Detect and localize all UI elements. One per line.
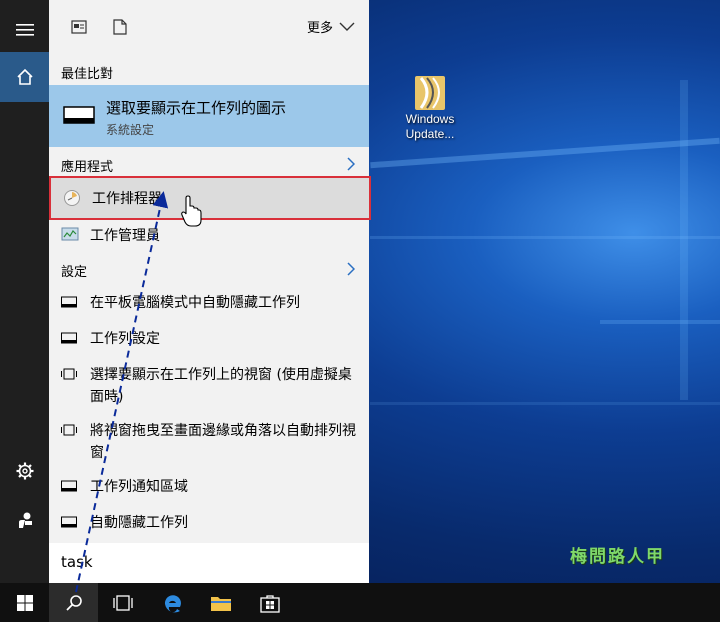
folder-icon (210, 596, 231, 611)
search-icon (65, 594, 82, 611)
taskbar-icon (61, 296, 77, 312)
best-match-title: 選取要顯示在工作列的圖示 (106, 99, 287, 117)
windows-logo-icon (16, 594, 33, 611)
taskbar-icon (61, 516, 77, 532)
watermark: 梅問路人甲 (570, 547, 665, 567)
setting-label: 在平板電腦模式中自動隱藏工作列 (90, 295, 300, 311)
setting-label: 工作列設定 (90, 331, 160, 347)
search-button[interactable] (49, 583, 98, 622)
document-view-icon[interactable] (71, 19, 87, 39)
task-view-icon (112, 594, 133, 611)
edge-browser-button[interactable] (147, 583, 196, 622)
search-input-box[interactable]: task (49, 543, 369, 583)
best-match-header: 最佳比對 (61, 67, 114, 82)
setting-label: 工作列通知區域 (90, 479, 188, 495)
taskbar (0, 583, 720, 622)
setting-label: 將視窗拖曳至畫面邊緣或角落以自動排列視窗 (90, 423, 356, 461)
store-button[interactable] (245, 583, 294, 622)
task-manager-icon (61, 227, 79, 247)
settings-header: 設定 (61, 265, 88, 280)
gear-icon (16, 462, 33, 480)
folder-icon (413, 72, 447, 112)
feedback-person-icon (18, 512, 32, 528)
panel-toolbar: 更多 (49, 0, 369, 55)
setting-label: 自動隱藏工作列 (90, 515, 188, 531)
desktop-icon-label-line1: Windows (405, 112, 455, 126)
hamburger-icon (15, 24, 34, 36)
start-button[interactable] (0, 583, 49, 622)
desktop-icon-label-line2: Update... (405, 127, 455, 141)
task-view-button[interactable] (98, 583, 147, 622)
taskbar-icon (61, 480, 77, 496)
search-query-text: task (61, 553, 93, 571)
settings-expand-chevron-icon[interactable] (347, 261, 356, 280)
best-match-item[interactable]: 選取要顯示在工作列的圖示 系統設定 (49, 85, 369, 147)
app-label: 工作排程器 (92, 191, 162, 207)
task-scheduler-icon (63, 189, 81, 211)
setting-result-taskbar-settings[interactable]: 工作列設定 (49, 327, 369, 351)
apps-expand-chevron-icon[interactable] (347, 156, 356, 175)
apps-header: 應用程式 (61, 160, 114, 175)
app-result-task-manager[interactable]: 工作管理員 (49, 224, 369, 248)
edge-icon (164, 594, 181, 612)
search-results-panel: 更多 最佳比對 選取要顯示在工作列的圖示 系統設定 應用程式 工作排程器 工作管… (49, 0, 371, 583)
settings-button[interactable] (0, 446, 49, 496)
taskbar-icon (61, 332, 77, 348)
multitask-window-icon (61, 424, 77, 440)
setting-label: 選擇要顯示在工作列上的視窗 (使用虛擬桌面時) (90, 367, 352, 405)
chevron-down-icon (339, 22, 355, 31)
file-icon[interactable] (113, 19, 127, 39)
setting-result-virtual-desktops[interactable]: 選擇要顯示在工作列上的視窗 (使用虛擬桌面時) (49, 363, 369, 409)
setting-result-tablet-autohide[interactable]: 在平板電腦模式中自動隱藏工作列 (49, 291, 369, 315)
windows-update-shortcut[interactable]: Windows Update... (398, 72, 462, 142)
setting-result-snap-windows[interactable]: 將視窗拖曳至畫面邊緣或角落以自動排列視窗 (49, 419, 369, 465)
home-icon (16, 68, 33, 85)
hamburger-menu-button[interactable] (0, 5, 49, 55)
taskbar-settings-icon (63, 105, 95, 129)
multitask-window-icon (61, 368, 77, 384)
start-left-rail (0, 0, 49, 583)
feedback-button[interactable] (0, 495, 49, 545)
app-label: 工作管理員 (90, 228, 160, 244)
file-explorer-button[interactable] (196, 583, 245, 622)
setting-result-autohide-taskbar[interactable]: 自動隱藏工作列 (49, 511, 369, 535)
home-button[interactable] (0, 52, 49, 102)
more-filters-button[interactable]: 更多 (307, 17, 355, 36)
store-bag-icon (259, 594, 280, 613)
more-label: 更多 (306, 21, 333, 36)
app-result-task-scheduler[interactable]: 工作排程器 (49, 176, 371, 220)
best-match-subtitle: 系統設定 (106, 123, 155, 137)
setting-result-notification-area[interactable]: 工作列通知區域 (49, 475, 369, 499)
